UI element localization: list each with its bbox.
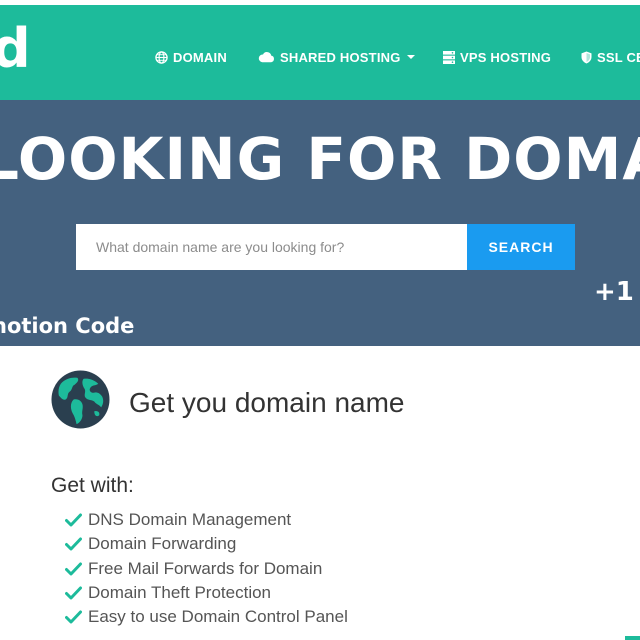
feature-label: Domain Theft Protection bbox=[88, 583, 271, 603]
checkmark-icon bbox=[65, 610, 82, 624]
nav-item-label: SSL CE bbox=[597, 49, 640, 65]
search-button[interactable]: SEARCH bbox=[467, 224, 575, 270]
promotion-code-text: notion Code bbox=[0, 314, 135, 338]
cloud-icon bbox=[258, 52, 274, 63]
server-icon bbox=[443, 50, 455, 64]
feature-label: DNS Domain Management bbox=[88, 510, 292, 530]
list-item: Domain Forwarding bbox=[65, 532, 348, 556]
promo-plus-text: +1 bbox=[594, 277, 634, 307]
get-with-heading: Get with: bbox=[51, 474, 134, 497]
shield-icon bbox=[581, 51, 592, 63]
nav-item-shared-hosting[interactable]: SHARED HOSTING bbox=[258, 48, 415, 66]
checkmark-icon bbox=[65, 562, 82, 576]
list-item: DNS Domain Management bbox=[65, 508, 348, 532]
list-item: Free Mail Forwards for Domain bbox=[65, 557, 348, 581]
nav-item-ssl[interactable]: SSL CE bbox=[581, 48, 640, 66]
domain-search-input[interactable] bbox=[76, 224, 467, 270]
globe-icon bbox=[155, 50, 168, 64]
checkmark-icon bbox=[65, 586, 82, 600]
feature-label: Easy to use Domain Control Panel bbox=[88, 607, 348, 627]
feature-label: Domain Forwarding bbox=[88, 534, 237, 554]
checkmark-icon bbox=[65, 537, 82, 551]
nav-item-label: DOMAIN bbox=[173, 49, 227, 65]
list-item: Domain Theft Protection bbox=[65, 581, 348, 605]
hero-section: LOOKING FOR DOMAIN SEARCH +1 notion Code bbox=[0, 100, 640, 346]
checkmark-icon bbox=[65, 513, 82, 527]
chevron-down-icon bbox=[406, 55, 415, 59]
site-header: d DOMAIN SHARED HOSTING VPS HOSTING SSL … bbox=[0, 5, 640, 100]
corner-accent-bar bbox=[625, 636, 640, 640]
list-item: Easy to use Domain Control Panel bbox=[65, 605, 348, 629]
nav-item-domain[interactable]: DOMAIN bbox=[155, 48, 227, 66]
site-logo[interactable]: d bbox=[0, 17, 31, 81]
earth-globe-icon bbox=[51, 370, 110, 429]
features-list: DNS Domain Management Domain Forwarding … bbox=[65, 508, 348, 629]
hero-title: LOOKING FOR DOMAIN bbox=[0, 125, 640, 193]
nav-item-vps-hosting[interactable]: VPS HOSTING bbox=[443, 48, 551, 66]
content-title: Get you domain name bbox=[129, 387, 405, 418]
nav-item-label: VPS HOSTING bbox=[460, 49, 552, 65]
nav-item-label: SHARED HOSTING bbox=[280, 49, 401, 65]
feature-label: Free Mail Forwards for Domain bbox=[88, 558, 323, 578]
